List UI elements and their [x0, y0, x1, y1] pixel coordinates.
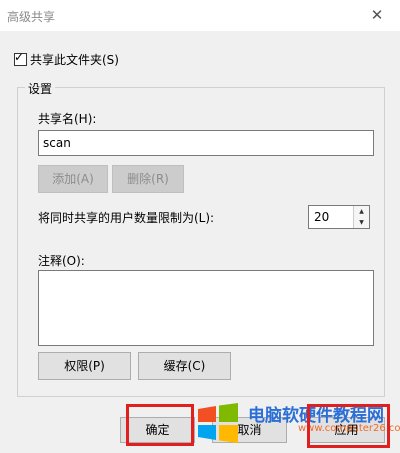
delete-button[interactable]: 删除(R)	[112, 165, 184, 193]
cache-button[interactable]: 缓存(C)	[138, 352, 231, 380]
close-icon[interactable]: ✕	[354, 0, 400, 31]
comment-label: 注释(O):	[38, 254, 85, 268]
spin-down-icon[interactable]: ▼	[353, 217, 369, 228]
share-name-input[interactable]: scan	[38, 130, 374, 156]
apply-highlight-box	[307, 404, 390, 448]
user-limit-label: 将同时共享的用户数量限制为(L):	[38, 211, 215, 225]
title-bar: 高级共享 ✕	[0, 0, 400, 31]
settings-group-label: 设置	[25, 80, 56, 97]
user-limit-value[interactable]: 20	[314, 210, 329, 224]
windows-logo-icon	[198, 403, 238, 443]
share-folder-label: 共享此文件夹(S)	[30, 52, 119, 67]
share-name-label: 共享名(H):	[38, 112, 97, 126]
checkmark-icon: ✓	[14, 49, 25, 64]
user-limit-spinner[interactable]: 20 ▲ ▼	[308, 205, 370, 229]
window-title: 高级共享	[7, 10, 56, 24]
ok-highlight-box	[126, 404, 194, 446]
share-folder-checkbox-row[interactable]: ✓ 共享此文件夹(S)	[14, 49, 119, 67]
comment-textarea[interactable]	[38, 270, 374, 346]
add-button[interactable]: 添加(A)	[38, 165, 108, 193]
share-folder-checkbox[interactable]: ✓	[14, 49, 27, 66]
permissions-button[interactable]: 权限(P)	[38, 352, 131, 380]
